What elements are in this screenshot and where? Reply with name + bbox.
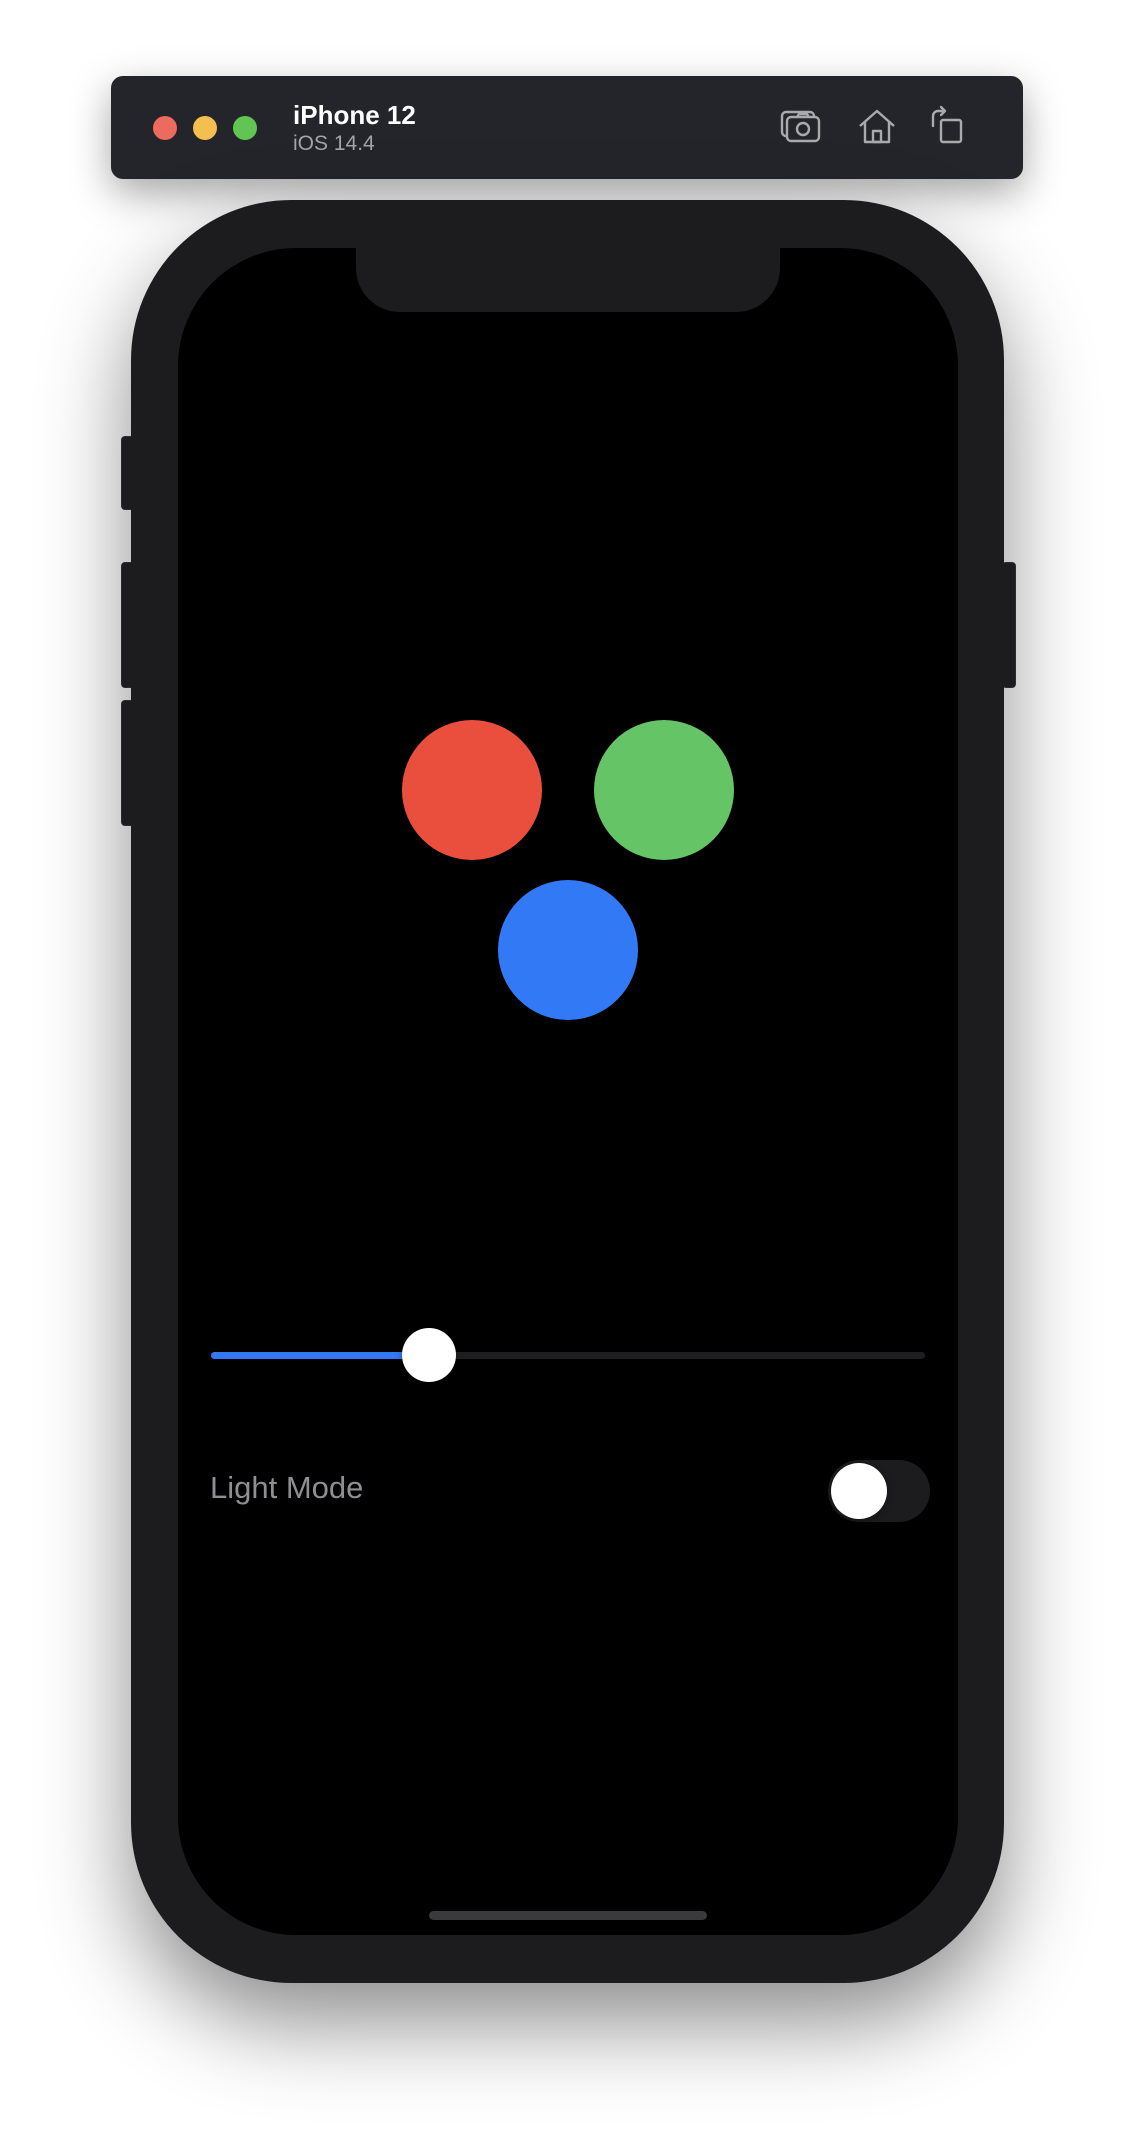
value-slider[interactable] (211, 1328, 925, 1384)
home-indicator[interactable] (429, 1911, 707, 1920)
toggle-knob (831, 1463, 887, 1519)
light-mode-label: Light Mode (210, 1470, 364, 1505)
light-mode-toggle[interactable] (828, 1460, 930, 1522)
power-button[interactable] (1002, 562, 1016, 688)
home-icon[interactable] (852, 102, 902, 152)
rotate-icon[interactable] (923, 102, 973, 152)
phone-screen: Light Mode (178, 248, 958, 1935)
simulator-title-bar: iPhone 12 iOS 14.4 (111, 76, 1023, 179)
device-name: iPhone 12 (293, 100, 416, 130)
slider-fill (211, 1352, 429, 1359)
close-window-button[interactable] (153, 116, 177, 140)
screenshot-icon[interactable] (775, 102, 825, 152)
red-circle (402, 720, 542, 860)
green-circle (594, 720, 734, 860)
blue-circle (498, 880, 638, 1020)
minimize-window-button[interactable] (193, 116, 217, 140)
os-version: iOS 14.4 (293, 132, 375, 155)
zoom-window-button[interactable] (233, 116, 257, 140)
slider-thumb[interactable] (402, 1328, 456, 1382)
notch (356, 248, 780, 312)
